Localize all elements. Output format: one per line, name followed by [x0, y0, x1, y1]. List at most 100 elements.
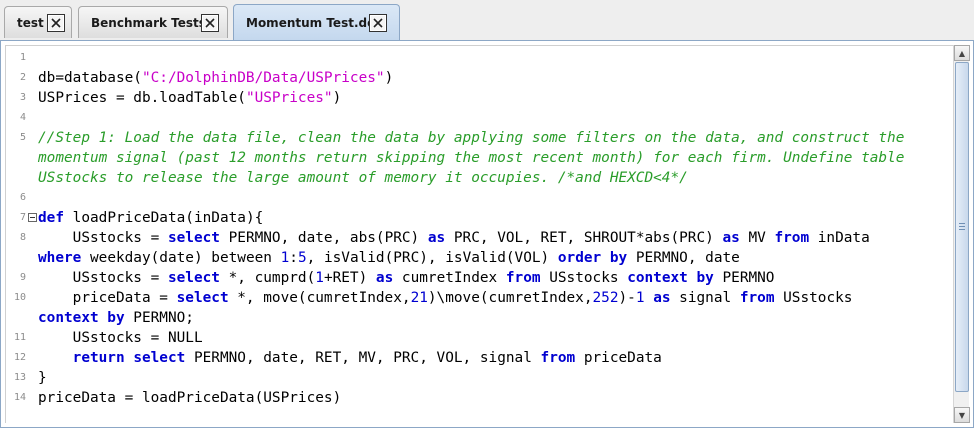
comment-token: USstocks to release the large amount of … — [38, 170, 688, 186]
keyword-token: as — [653, 290, 671, 306]
tab-label: Momentum Test.dos — [246, 15, 383, 30]
code-token: PERMNO; — [124, 310, 194, 326]
number-token: 21 — [410, 290, 428, 306]
keyword-token: context by — [627, 270, 714, 286]
scroll-up-button[interactable]: ▲ — [954, 45, 970, 61]
keyword-token: select — [176, 290, 229, 306]
code-token: priceData = loadPriceData(USPrices) — [38, 390, 342, 406]
code-line: 13} — [6, 368, 953, 388]
code-token: ) — [332, 90, 342, 106]
line-number: 7 — [19, 212, 26, 223]
code-text: USPrices = db.loadTable("USPrices") — [38, 88, 341, 108]
code-token: USstocks = — [38, 230, 168, 246]
line-number: 3 — [19, 92, 26, 103]
code-token: )\move(cumretIndex, — [427, 290, 593, 306]
code-text: } — [38, 368, 47, 388]
code-token: , isValid(PRC), isValid(VOL) — [306, 250, 558, 266]
grip-icon — [959, 223, 965, 230]
code-token: +RET) — [323, 270, 376, 286]
fold-toggle-icon[interactable] — [28, 213, 37, 222]
code-token: cumretIndex — [393, 270, 506, 286]
scroll-down-button[interactable]: ▼ — [954, 407, 970, 423]
close-tab-icon[interactable] — [369, 13, 387, 32]
code-token: priceData = — [38, 290, 177, 306]
code-token: PRC, VOL, RET, SHROUT*abs(PRC) — [445, 230, 723, 246]
code-line: 3 USPrices = db.loadTable("USPrices") — [6, 88, 953, 108]
code-token: : — [289, 250, 298, 266]
code-line: 14 priceData = loadPriceData(USPrices) — [6, 388, 953, 408]
code-text: where weekday(date) between 1:5, isValid… — [38, 248, 740, 268]
code-line: 4 — [6, 108, 953, 128]
code-token: PERMNO, date — [627, 250, 740, 266]
number-token: 5 — [297, 250, 307, 266]
code-editor[interactable]: 1 2 db=database("C:/DolphinDB/Data/USPrice… — [5, 45, 953, 423]
number-token: 1 — [280, 250, 290, 266]
number-token: 1 — [315, 270, 324, 286]
keyword-token: as — [375, 270, 394, 286]
keyword-token: select — [167, 230, 220, 246]
keyword-token: from — [540, 350, 576, 366]
code-token: signal — [670, 290, 740, 306]
tab-label: test — [17, 15, 44, 30]
line-number: 9 — [19, 272, 26, 283]
code-line: USstocks to release the large amount of … — [6, 168, 953, 188]
keyword-token: def — [38, 210, 64, 226]
line-number: 12 — [13, 352, 26, 363]
keyword-token: from — [774, 230, 810, 246]
tab-test[interactable]: test — [4, 6, 72, 38]
vertical-scrollbar[interactable]: ▲ ▼ — [953, 45, 970, 423]
code-token: inData — [809, 230, 870, 246]
scrollbar-thumb[interactable] — [955, 62, 969, 392]
keyword-token: select — [133, 350, 186, 366]
code-token: USstocks = — [38, 270, 168, 286]
code-token: PERMNO, date, abs(PRC) — [219, 230, 428, 246]
tab-momentum-test[interactable]: Momentum Test.dos — [233, 4, 400, 40]
code-text: USstocks = select *, cumprd(1+RET) as cu… — [38, 268, 775, 288]
tab-benchmark-tests[interactable]: Benchmark Tests — [78, 6, 228, 38]
keyword-token: select — [167, 270, 220, 286]
code-token: MV — [739, 230, 775, 246]
code-text: priceData = select *, move(cumretIndex,2… — [38, 288, 853, 308]
code-line: 10 priceData = select *, move(cumretInde… — [6, 288, 953, 308]
code-token: *, move(cumretIndex, — [228, 290, 411, 306]
code-token: priceData — [575, 350, 662, 366]
line-number: 4 — [19, 112, 26, 123]
tab-bar: test Benchmark Tests Momentum Test.dos — [0, 0, 974, 40]
code-line: 9 USstocks = select *, cumprd(1+RET) as … — [6, 268, 953, 288]
code-line: momentum signal (past 12 months return s… — [6, 148, 953, 168]
code-line: 5 //Step 1: Load the data file, clean the… — [6, 128, 953, 148]
keyword-token: as — [427, 230, 446, 246]
keyword-token: where — [38, 250, 82, 266]
code-line: 7 def loadPriceData(inData){ — [6, 208, 953, 228]
code-token: weekday(date) between — [81, 250, 281, 266]
code-text: return select PERMNO, date, RET, MV, PRC… — [38, 348, 662, 368]
line-number: 8 — [19, 232, 26, 243]
line-number: 13 — [13, 372, 26, 383]
code-text: context by PERMNO; — [38, 308, 194, 328]
code-text: momentum signal (past 12 months return s… — [38, 148, 904, 168]
line-number: 2 — [19, 72, 26, 83]
code-token: USstocks — [540, 270, 628, 286]
close-tab-icon[interactable] — [47, 13, 65, 32]
close-tab-icon[interactable] — [201, 13, 219, 32]
code-line: 11 USstocks = NULL — [6, 328, 953, 348]
keyword-token: order by — [557, 250, 628, 266]
code-line: 1 — [6, 48, 953, 68]
code-line: 6 — [6, 188, 953, 208]
keyword-token: context by — [38, 310, 125, 326]
line-number: 1 — [19, 52, 26, 63]
code-line: context by PERMNO; — [6, 308, 953, 328]
number-token: 1 — [635, 290, 645, 306]
code-text: //Step 1: Load the data file, clean the … — [38, 128, 904, 148]
code-text: def loadPriceData(inData){ — [38, 208, 263, 228]
keyword-token: from — [739, 290, 775, 306]
keyword-token: as — [722, 230, 740, 246]
code-token: *, cumprd( — [219, 270, 316, 286]
code-token: db=database( — [38, 70, 142, 86]
comment-token: momentum signal (past 12 months return s… — [38, 150, 905, 166]
code-token: USPrices = db.loadTable( — [38, 90, 246, 106]
tab-label: Benchmark Tests — [91, 15, 206, 30]
